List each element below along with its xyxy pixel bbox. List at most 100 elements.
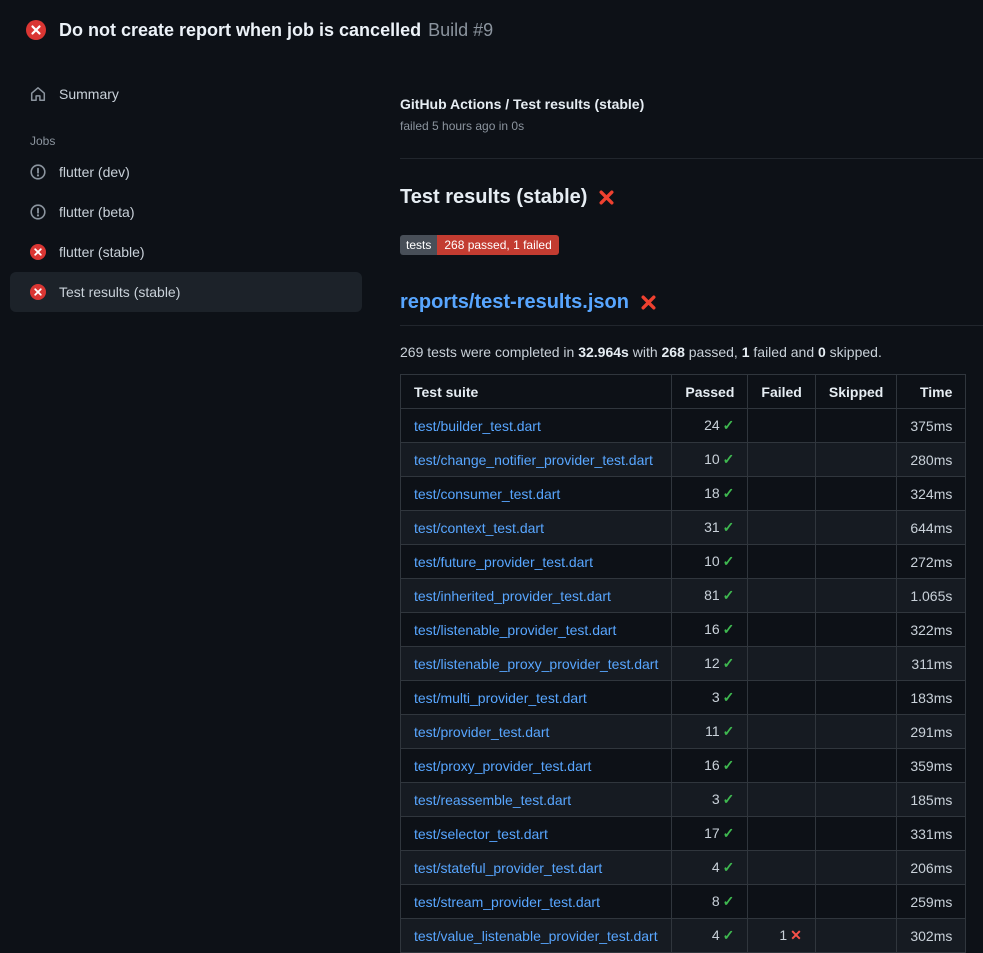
passed-cell: 16✓	[672, 613, 748, 647]
passed-cell: 4✓	[672, 919, 748, 953]
test-suite-link[interactable]: test/provider_test.dart	[414, 724, 549, 740]
test-suite-link[interactable]: test/proxy_provider_test.dart	[414, 758, 591, 774]
page-title: Do not create report when job is cancell…	[59, 20, 421, 41]
test-suite-link[interactable]: test/stateful_provider_test.dart	[414, 860, 602, 876]
home-icon	[30, 86, 46, 102]
failed-cell	[748, 443, 815, 477]
failed-cell	[748, 477, 815, 511]
check-icon: ✓	[723, 689, 735, 705]
failed-cell	[748, 511, 815, 545]
check-icon: ✓	[723, 893, 735, 909]
passed-cell: 11✓	[672, 715, 748, 749]
time-cell: 375ms	[897, 409, 966, 443]
time-cell: 644ms	[897, 511, 966, 545]
table-row: test/listenable_provider_test.dart 16✓ 322…	[401, 613, 966, 647]
passed-cell: 12✓	[672, 647, 748, 681]
skipped-cell	[815, 477, 896, 511]
skipped-cell	[815, 817, 896, 851]
time-cell: 311ms	[897, 647, 966, 681]
column-header: Time	[897, 375, 966, 409]
test-suite-link[interactable]: test/listenable_proxy_provider_test.dart	[414, 656, 658, 672]
check-icon: ✓	[723, 859, 735, 875]
failed-status-icon	[30, 244, 46, 260]
failed-cell	[748, 647, 815, 681]
column-header: Passed	[672, 375, 748, 409]
test-suite-link[interactable]: test/inherited_provider_test.dart	[414, 588, 611, 604]
build-number: Build #9	[428, 20, 493, 41]
sidebar-item-test-results-stable[interactable]: Test results (stable)	[10, 272, 362, 312]
time-cell: 322ms	[897, 613, 966, 647]
sidebar-item-flutter-beta[interactable]: flutter (beta)	[10, 192, 362, 232]
sidebar-item-flutter-stable[interactable]: flutter (stable)	[10, 232, 362, 272]
table-row: test/value_listenable_provider_test.dart…	[401, 919, 966, 953]
check-icon: ✓	[723, 417, 735, 433]
test-suite-link[interactable]: test/stream_provider_test.dart	[414, 894, 600, 910]
check-icon: ✓	[723, 621, 735, 637]
report-file-link[interactable]: reports/test-results.json	[400, 291, 629, 314]
table-row: test/reassemble_test.dart3✓185ms	[401, 783, 966, 817]
time-cell: 185ms	[897, 783, 966, 817]
passed-cell: 17✓	[672, 817, 748, 851]
time-cell: 280ms	[897, 443, 966, 477]
sidebar-item-label: flutter (stable)	[59, 244, 145, 260]
test-suite-link[interactable]: test/consumer_test.dart	[414, 486, 560, 502]
table-row: test/selector_test.dart17✓331ms	[401, 817, 966, 851]
failed-cell	[748, 885, 815, 919]
test-suite-link[interactable]: test/context_test.dart	[414, 520, 544, 536]
failed-status-icon	[26, 20, 46, 40]
passed-cell: 10✓	[672, 545, 748, 579]
sidebar-item-flutter-dev[interactable]: flutter (dev)	[10, 152, 362, 192]
sidebar-item-label: flutter (beta)	[59, 204, 134, 220]
test-suite-link[interactable]: test/value_listenable_provider_test.dart	[414, 928, 658, 944]
sidebar-item-summary[interactable]: Summary	[10, 74, 362, 114]
failed-cross-icon	[640, 294, 657, 311]
failed-cell	[748, 579, 815, 613]
test-suite-link[interactable]: test/listenable_provider_test.dart	[414, 622, 616, 638]
skipped-cell	[815, 851, 896, 885]
table-row: test/stateful_provider_test.dart4✓206ms	[401, 851, 966, 885]
failed-cell	[748, 817, 815, 851]
skipped-cell	[815, 749, 896, 783]
jobs-sidebar: Summary Jobs flutter (dev) flutter (beta…	[0, 60, 374, 953]
table-row: test/context_test.dart 31✓ 644ms	[401, 511, 966, 545]
cancelled-status-icon	[30, 164, 46, 180]
failed-cross-icon	[598, 189, 615, 206]
failed-cell	[748, 545, 815, 579]
skipped-cell	[815, 511, 896, 545]
cancelled-status-icon	[30, 204, 46, 220]
time-cell: 291ms	[897, 715, 966, 749]
failed-cell	[748, 681, 815, 715]
passed-cell: 16✓	[672, 749, 748, 783]
test-suite-link[interactable]: test/builder_test.dart	[414, 418, 541, 434]
passed-cell: 18✓	[672, 477, 748, 511]
table-row: test/future_provider_test.dart10✓272ms	[401, 545, 966, 579]
badge-label: tests	[400, 235, 437, 255]
sidebar-item-label: Test results (stable)	[59, 284, 180, 300]
table-header-row: Test suitePassedFailedSkippedTime	[401, 375, 966, 409]
check-run-header: Do not create report when job is cancell…	[0, 0, 983, 60]
run-status-text: failed 5 hours ago in 0s	[400, 119, 966, 133]
passed-cell: 31✓	[672, 511, 748, 545]
time-cell: 359ms	[897, 749, 966, 783]
check-icon: ✓	[723, 451, 735, 467]
passed-cell: 4✓	[672, 851, 748, 885]
check-icon: ✓	[723, 519, 735, 535]
tests-badge: tests 268 passed, 1 failed	[400, 235, 559, 255]
test-suite-link[interactable]: test/reassemble_test.dart	[414, 792, 571, 808]
test-suite-link[interactable]: test/change_notifier_provider_test.dart	[414, 452, 653, 468]
failed-cell	[748, 409, 815, 443]
table-row: test/inherited_provider_test.dart81✓1.06…	[401, 579, 966, 613]
test-suite-link[interactable]: test/future_provider_test.dart	[414, 554, 593, 570]
skipped-cell	[815, 579, 896, 613]
table-row: test/listenable_proxy_provider_test.dart…	[401, 647, 966, 681]
table-row: test/multi_provider_test.dart3✓183ms	[401, 681, 966, 715]
failed-cell	[748, 715, 815, 749]
test-suite-link[interactable]: test/selector_test.dart	[414, 826, 548, 842]
test-table-body: test/builder_test.dart24✓375mstest/chang…	[401, 409, 966, 953]
check-icon: ✓	[723, 791, 735, 807]
check-icon: ✓	[723, 927, 735, 943]
skipped-cell	[815, 647, 896, 681]
passed-cell: 81✓	[672, 579, 748, 613]
passed-cell: 8✓	[672, 885, 748, 919]
test-suite-link[interactable]: test/multi_provider_test.dart	[414, 690, 587, 706]
